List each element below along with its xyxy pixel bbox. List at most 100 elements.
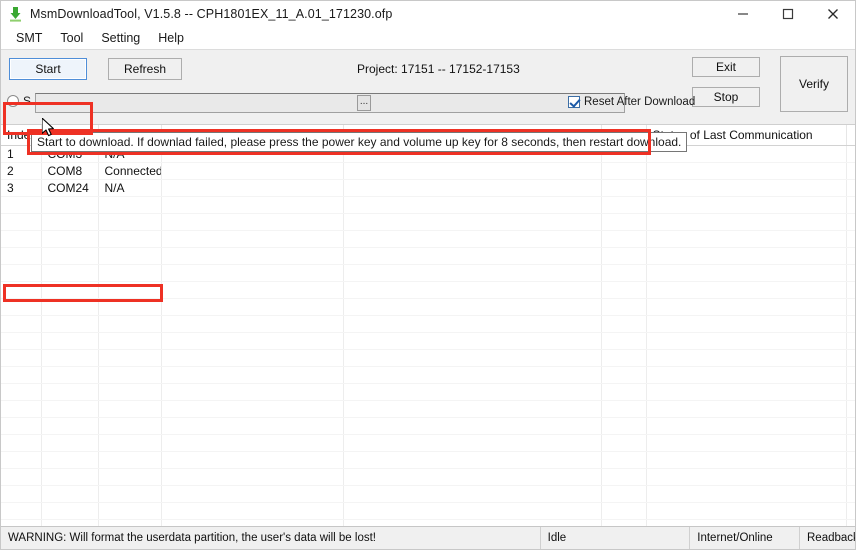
table-row-empty[interactable] xyxy=(1,197,855,214)
reset-after-download-checkbox[interactable]: Reset After Download xyxy=(568,96,695,108)
cell-empty xyxy=(161,265,343,282)
cell-empty xyxy=(846,486,855,503)
cell-empty xyxy=(161,350,343,367)
cell-empty xyxy=(1,435,41,452)
table-row-empty[interactable] xyxy=(1,418,855,435)
firmware-path-row: S ... Reset After Download xyxy=(1,90,855,118)
window-controls xyxy=(720,1,855,27)
minimize-button[interactable] xyxy=(720,1,765,27)
maximize-button[interactable] xyxy=(765,1,810,27)
cell-empty xyxy=(98,299,161,316)
device-grid[interactable]: Index COM Status of... Status of Communi… xyxy=(1,125,855,526)
table-row-empty[interactable] xyxy=(1,503,855,520)
table-row-empty[interactable] xyxy=(1,333,855,350)
cell-filler xyxy=(846,180,855,197)
cell-empty xyxy=(846,384,855,401)
cell-empty xyxy=(646,197,846,214)
radio-dot-icon xyxy=(7,95,19,107)
start-button[interactable]: Start xyxy=(9,58,87,80)
cell-empty xyxy=(161,231,343,248)
cell-empty xyxy=(846,401,855,418)
cell-empty xyxy=(161,367,343,384)
cell-empty xyxy=(98,248,161,265)
refresh-button[interactable]: Refresh xyxy=(108,58,182,80)
cell-filler xyxy=(846,163,855,180)
browse-button[interactable]: ... xyxy=(357,95,371,111)
table-row-empty[interactable] xyxy=(1,520,855,527)
cell-empty xyxy=(1,197,41,214)
cell-empty xyxy=(646,486,846,503)
table-row-empty[interactable] xyxy=(1,265,855,282)
menu-bar: SMT Tool Setting Help xyxy=(1,27,855,49)
table-row-empty[interactable] xyxy=(1,231,855,248)
cell-index: 2 xyxy=(1,163,41,180)
firmware-path-field[interactable] xyxy=(35,93,625,113)
cell-empty xyxy=(41,503,98,520)
cell-empty xyxy=(846,469,855,486)
checkbox-check-icon xyxy=(568,96,580,108)
cell-empty xyxy=(161,503,343,520)
reset-after-download-label: Reset After Download xyxy=(584,96,695,108)
download-mode-radio[interactable]: S xyxy=(7,94,31,108)
cell-empty xyxy=(601,435,646,452)
cell-empty xyxy=(601,248,646,265)
cell-empty xyxy=(646,231,846,248)
cell-empty xyxy=(601,265,646,282)
cell-last-comm xyxy=(646,180,846,197)
cell-empty xyxy=(343,299,601,316)
table-row[interactable]: 3 COM24 N/A xyxy=(1,180,855,197)
cell-empty xyxy=(1,282,41,299)
cell-empty xyxy=(98,418,161,435)
table-row[interactable]: 2 COM8 Connected xyxy=(1,163,855,180)
table-row-empty[interactable] xyxy=(1,452,855,469)
cell-empty xyxy=(1,367,41,384)
cell-empty xyxy=(161,452,343,469)
cell-empty xyxy=(1,486,41,503)
table-row-empty[interactable] xyxy=(1,486,855,503)
cell-empty xyxy=(161,384,343,401)
table-row-empty[interactable] xyxy=(1,435,855,452)
table-row-empty[interactable] xyxy=(1,401,855,418)
cell-empty xyxy=(161,333,343,350)
cell-empty xyxy=(161,486,343,503)
table-body: 1 COM3 N/A 2 COM8 Connected xyxy=(1,146,855,197)
table-row-empty[interactable] xyxy=(1,214,855,231)
download-arrow-icon xyxy=(7,5,25,23)
cell-empty xyxy=(601,486,646,503)
status-bar: WARNING: Will format the userdata partit… xyxy=(1,526,855,549)
table-row-empty[interactable] xyxy=(1,248,855,265)
menu-item-setting[interactable]: Setting xyxy=(92,29,149,48)
cell-empty xyxy=(646,367,846,384)
table-row-empty[interactable] xyxy=(1,282,855,299)
cell-empty xyxy=(846,282,855,299)
table-row-empty[interactable] xyxy=(1,299,855,316)
cell-empty xyxy=(1,384,41,401)
menu-item-smt[interactable]: SMT xyxy=(7,29,51,48)
table-row-empty[interactable] xyxy=(1,316,855,333)
cell-empty xyxy=(601,418,646,435)
menu-item-tool[interactable]: Tool xyxy=(51,29,92,48)
cell-empty xyxy=(41,401,98,418)
cell-empty xyxy=(1,503,41,520)
cell-empty xyxy=(601,231,646,248)
table-row-empty[interactable] xyxy=(1,384,855,401)
cell-empty xyxy=(646,350,846,367)
exit-button[interactable]: Exit xyxy=(692,57,760,77)
cell-empty xyxy=(161,197,343,214)
cell-empty xyxy=(343,197,601,214)
close-button[interactable] xyxy=(810,1,855,27)
cell-empty xyxy=(98,282,161,299)
cell-empty xyxy=(161,248,343,265)
table-row-empty[interactable] xyxy=(1,350,855,367)
cell-empty xyxy=(1,333,41,350)
cell-empty xyxy=(601,299,646,316)
status-state-text: Idle xyxy=(540,527,690,549)
status-warning-text: WARNING: Will format the userdata partit… xyxy=(1,527,540,549)
cell-empty xyxy=(646,520,846,527)
table-row-empty[interactable] xyxy=(1,469,855,486)
cell-empty xyxy=(601,214,646,231)
menu-item-help[interactable]: Help xyxy=(149,29,193,48)
cell-empty xyxy=(161,282,343,299)
table-row-empty[interactable] xyxy=(1,367,855,384)
cell-empty xyxy=(343,469,601,486)
